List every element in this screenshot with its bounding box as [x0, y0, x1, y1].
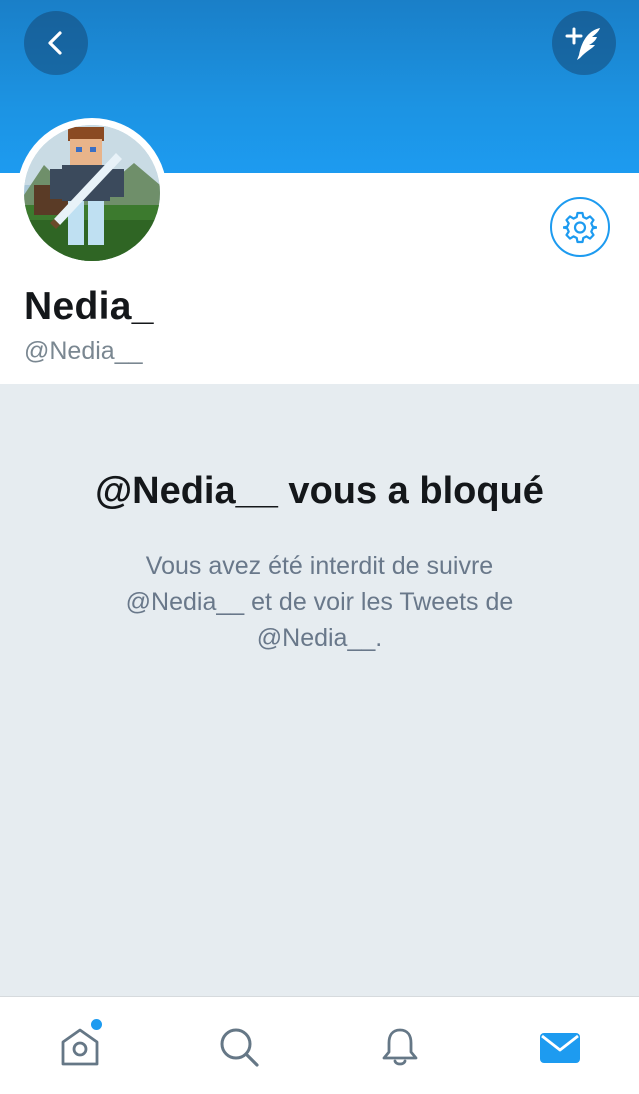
- blocked-message: Vous avez été interdit de suivre @Nedia_…: [125, 552, 514, 652]
- search-icon: [220, 1028, 259, 1067]
- envelope-icon: [540, 1033, 580, 1063]
- user-handle: @Nedia__: [24, 337, 143, 365]
- avatar-image: [24, 125, 160, 261]
- bell-icon: [382, 1028, 418, 1066]
- avatar[interactable]: [17, 118, 167, 268]
- tab-messages[interactable]: [536, 1023, 584, 1071]
- tab-notifications[interactable]: [376, 1023, 424, 1071]
- compose-tweet-button[interactable]: [552, 11, 616, 75]
- tab-search[interactable]: [215, 1023, 263, 1071]
- gear-icon: [563, 211, 597, 244]
- settings-button[interactable]: [550, 197, 610, 257]
- display-name: Nedia_: [24, 285, 154, 328]
- back-button[interactable]: [24, 11, 88, 75]
- notification-dot: [89, 1017, 104, 1032]
- tab-home[interactable]: [56, 1017, 104, 1071]
- chevron-left-icon: [48, 31, 62, 55]
- bottom-tab-bar: [0, 996, 639, 1094]
- compose-tweet-icon: [565, 27, 600, 60]
- blocked-title: @Nedia__ vous a bloqué: [95, 470, 544, 512]
